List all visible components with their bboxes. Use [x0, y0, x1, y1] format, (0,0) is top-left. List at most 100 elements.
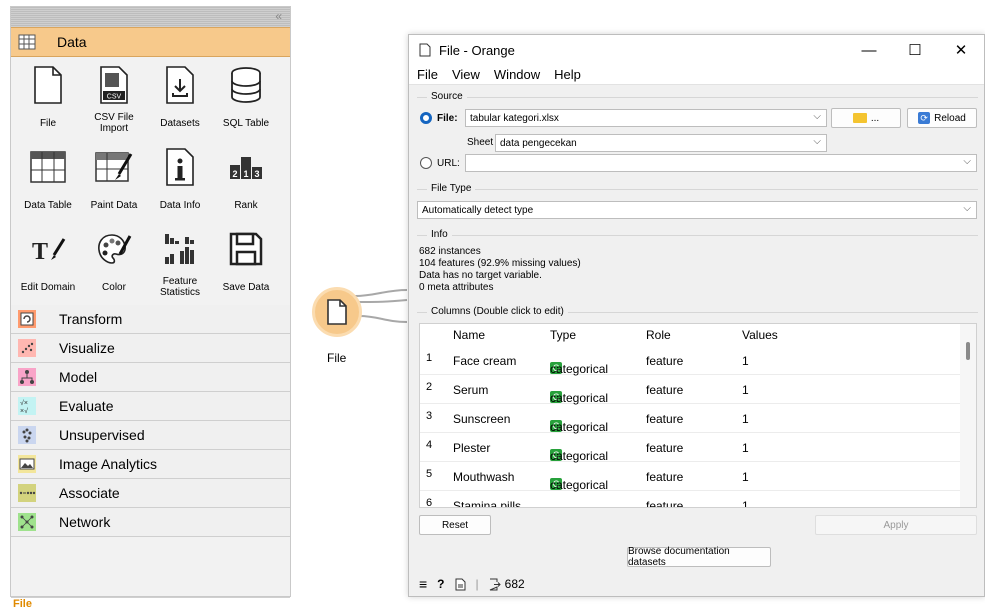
- category-associate[interactable]: Associate: [11, 479, 290, 508]
- widget-label: Datasets: [160, 117, 200, 129]
- table-row[interactable]: 6 Stamina pills Ccategorical feature 1: [420, 491, 960, 507]
- category-image-analytics[interactable]: Image Analytics: [11, 450, 290, 479]
- table-row[interactable]: 2 Serum Ccategorical feature 1: [420, 375, 960, 405]
- collapse-toolbox-button[interactable]: «: [275, 9, 282, 23]
- sheet-label: Sheet: [467, 137, 494, 148]
- group-title: File Type: [427, 183, 476, 194]
- widget-label: Paint Data: [90, 199, 138, 211]
- category-evaluate[interactable]: √× ×√ Evaluate: [11, 392, 290, 421]
- reload-button[interactable]: ⟳ Reload: [907, 108, 977, 128]
- header-values[interactable]: Values: [742, 328, 778, 342]
- network-icon: [17, 512, 37, 532]
- table-row[interactable]: 5 Mouthwash Ccategorical feature 1: [420, 462, 960, 492]
- table-icon: [26, 145, 70, 189]
- category-label: Network: [59, 514, 111, 530]
- file-icon: [327, 299, 347, 325]
- reset-button[interactable]: Reset: [419, 515, 491, 535]
- node-output-links: [355, 289, 408, 323]
- category-network[interactable]: Network: [11, 508, 290, 537]
- url-combo[interactable]: ⌵: [465, 154, 977, 172]
- category-transform[interactable]: Transform: [11, 305, 290, 334]
- svg-text:1: 1: [243, 169, 248, 179]
- widget-datasets[interactable]: Datasets: [147, 59, 213, 141]
- chevron-down-icon: ⌵: [963, 203, 971, 214]
- svg-text:3: 3: [254, 169, 259, 179]
- table-row[interactable]: 3 Sunscreen Ccategorical feature 1: [420, 404, 960, 434]
- table-icon: [17, 32, 37, 52]
- chevron-down-icon: ⌵: [813, 136, 821, 147]
- file-icon: [26, 63, 70, 107]
- widget-label: Color: [102, 281, 126, 293]
- file-radio[interactable]: [420, 112, 432, 124]
- category-label: Unsupervised: [59, 427, 145, 443]
- columns-group: Columns (Double click to edit): [417, 306, 978, 317]
- widget-color[interactable]: Color: [81, 223, 147, 305]
- file-type-group: File Type: [417, 183, 978, 194]
- reload-icon: ⟳: [918, 112, 931, 124]
- widget-paint-data[interactable]: Paint Data: [81, 141, 147, 223]
- status-bar: ≡ ? | 682: [419, 576, 525, 592]
- table-row[interactable]: 1 Face cream Ccategorical feature 1: [420, 346, 960, 376]
- widget-save-data[interactable]: Save Data: [213, 223, 279, 305]
- widget-sql-table[interactable]: SQL Table: [213, 59, 279, 141]
- data-widget-grid: File CSV CSV File Import Datasets SQL Ta…: [11, 57, 290, 305]
- sheet-combo[interactable]: data pengecekan ⌵: [495, 134, 827, 152]
- datasets-icon: [158, 63, 202, 107]
- category-visualize[interactable]: Visualize: [11, 334, 290, 363]
- header-type[interactable]: Type: [550, 328, 576, 342]
- group-title: Info: [427, 229, 452, 240]
- category-label: Associate: [59, 485, 120, 501]
- category-data[interactable]: Data: [11, 27, 290, 57]
- header-role[interactable]: Role: [646, 328, 671, 342]
- menu-lines-icon[interactable]: ≡: [419, 576, 427, 592]
- file-label: File:: [437, 113, 458, 124]
- edit-domain-icon: T: [26, 227, 70, 271]
- visualize-icon: [17, 338, 37, 358]
- scrollbar-thumb[interactable]: [966, 342, 970, 360]
- category-label: Visualize: [59, 340, 115, 356]
- widget-label: Edit Domain: [20, 281, 76, 293]
- widget-feature-statistics[interactable]: Feature Statistics: [147, 223, 213, 305]
- info-icon: [158, 145, 202, 189]
- file-combo[interactable]: tabular kategori.xlsx ⌵: [465, 109, 827, 127]
- group-title: Columns (Double click to edit): [427, 306, 568, 317]
- browse-documentation-datasets-button[interactable]: Browse documentation datasets: [627, 546, 771, 568]
- file-dialog: File - Orange — ☐ ✕ File View Window Hel…: [408, 34, 985, 597]
- columns-table[interactable]: Name Type Role Values 1 Face cream Ccate…: [419, 323, 977, 508]
- image-analytics-icon: [17, 454, 37, 474]
- category-label: Image Analytics: [59, 456, 158, 472]
- widget-file[interactable]: File: [15, 59, 81, 141]
- file-node-label: File: [327, 351, 347, 365]
- widget-label: Rank: [234, 199, 258, 211]
- category-unsupervised[interactable]: Unsupervised: [11, 421, 290, 450]
- table-row[interactable]: 4 Plester Ccategorical feature 1: [420, 433, 960, 463]
- svg-text:√×: √×: [20, 399, 28, 407]
- file-type-combo[interactable]: Automatically detect type ⌵: [417, 201, 977, 219]
- apply-button[interactable]: Apply: [815, 515, 977, 535]
- widget-csv-file-import[interactable]: CSV CSV File Import: [81, 59, 147, 141]
- report-icon[interactable]: [455, 578, 466, 591]
- info-group: Info: [417, 229, 978, 240]
- help-icon[interactable]: ?: [437, 577, 444, 591]
- header-name[interactable]: Name: [453, 328, 485, 342]
- table-scrollbar[interactable]: [960, 324, 976, 507]
- feature-statistics-icon: [158, 227, 202, 271]
- browse-button[interactable]: ...: [831, 108, 901, 128]
- file-node[interactable]: [312, 287, 362, 337]
- folder-icon: [852, 113, 867, 123]
- category-model[interactable]: Model: [11, 363, 290, 392]
- widget-edit-domain[interactable]: T Edit Domain: [15, 223, 81, 305]
- widget-data-table[interactable]: Data Table: [15, 141, 81, 223]
- rank-icon: 213: [224, 145, 268, 189]
- evaluate-icon: √× ×√: [17, 396, 37, 416]
- unsupervised-icon: [17, 425, 37, 445]
- palette-icon: [92, 227, 136, 271]
- widget-label: Data Table: [24, 199, 72, 211]
- widget-label: CSV File Import: [94, 112, 134, 134]
- widget-rank[interactable]: 213 Rank: [213, 141, 279, 223]
- url-radio[interactable]: [420, 157, 432, 169]
- csv-file-icon: CSV: [92, 63, 136, 107]
- widget-data-info[interactable]: Data Info: [147, 141, 213, 223]
- database-icon: [224, 63, 268, 107]
- chevron-down-icon: ⌵: [813, 111, 821, 122]
